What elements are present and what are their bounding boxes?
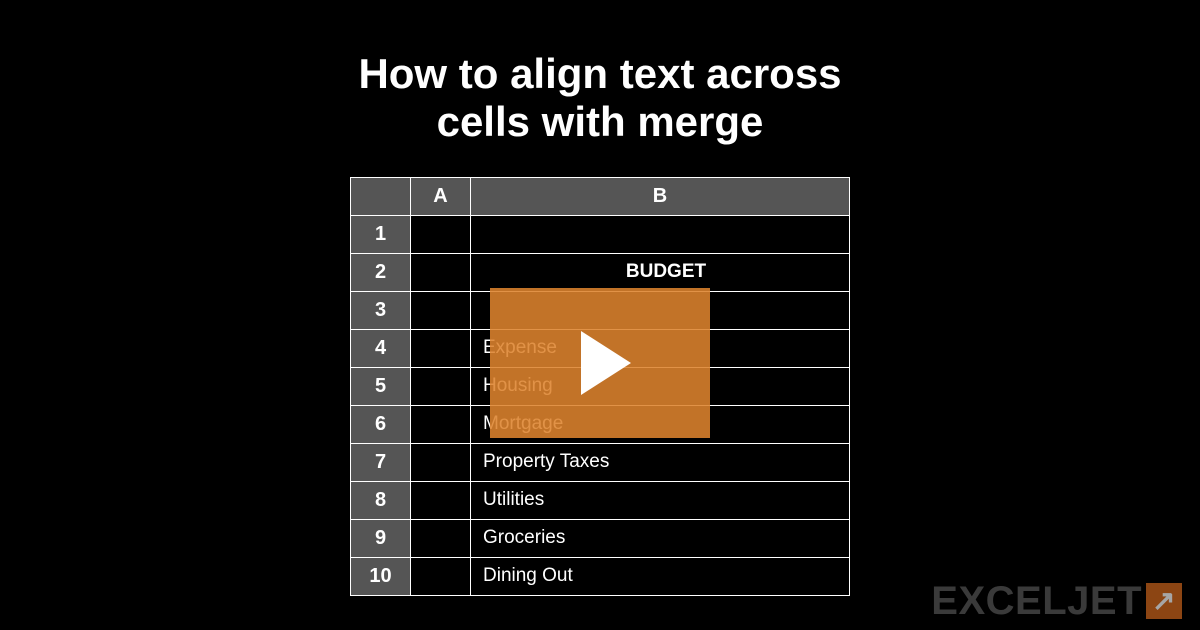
table-row: 1 xyxy=(351,215,850,253)
page-title: How to align text across cells with merg… xyxy=(0,0,1200,177)
brand-watermark: EXCELJET↗ xyxy=(931,579,1182,624)
cell-b8-utilities: Utilities xyxy=(471,481,850,519)
row-header: 5 xyxy=(351,367,411,405)
row-header: 6 xyxy=(351,405,411,443)
table-row: 9 Groceries xyxy=(351,519,850,557)
column-header-row: A B xyxy=(351,177,850,215)
cell-a9 xyxy=(411,519,471,557)
watermark-accent-icon: ↗ xyxy=(1146,583,1182,619)
row-header: 4 xyxy=(351,329,411,367)
row-header: 8 xyxy=(351,481,411,519)
corner-cell xyxy=(351,177,411,215)
cell-b1 xyxy=(471,215,850,253)
row-header: 9 xyxy=(351,519,411,557)
cell-a7 xyxy=(411,443,471,481)
table-row: 10 Dining Out xyxy=(351,557,850,595)
cell-a10 xyxy=(411,557,471,595)
row-header: 3 xyxy=(351,291,411,329)
cell-b9-groceries: Groceries xyxy=(471,519,850,557)
title-line-2: cells with merge xyxy=(437,98,764,145)
cell-b7-property-taxes: Property Taxes xyxy=(471,443,850,481)
table-row: 8 Utilities xyxy=(351,481,850,519)
row-header: 1 xyxy=(351,215,411,253)
col-header-a: A xyxy=(411,177,471,215)
play-button[interactable] xyxy=(490,288,710,438)
row-header: 10 xyxy=(351,557,411,595)
cell-b10-dining-out: Dining Out xyxy=(471,557,850,595)
title-line-1: How to align text across xyxy=(358,50,841,97)
cell-a5 xyxy=(411,367,471,405)
row-header: 7 xyxy=(351,443,411,481)
cell-a2 xyxy=(411,253,471,291)
cell-a1 xyxy=(411,215,471,253)
cell-a6 xyxy=(411,405,471,443)
col-header-b: B xyxy=(471,177,850,215)
watermark-text: EXCELJET xyxy=(931,579,1142,623)
cell-b2-budget: BUDGET xyxy=(471,253,850,291)
table-row: 7 Property Taxes xyxy=(351,443,850,481)
table-row: 2 BUDGET xyxy=(351,253,850,291)
cell-a8 xyxy=(411,481,471,519)
cell-a3 xyxy=(411,291,471,329)
play-icon xyxy=(581,331,631,395)
row-header: 2 xyxy=(351,253,411,291)
cell-a4 xyxy=(411,329,471,367)
